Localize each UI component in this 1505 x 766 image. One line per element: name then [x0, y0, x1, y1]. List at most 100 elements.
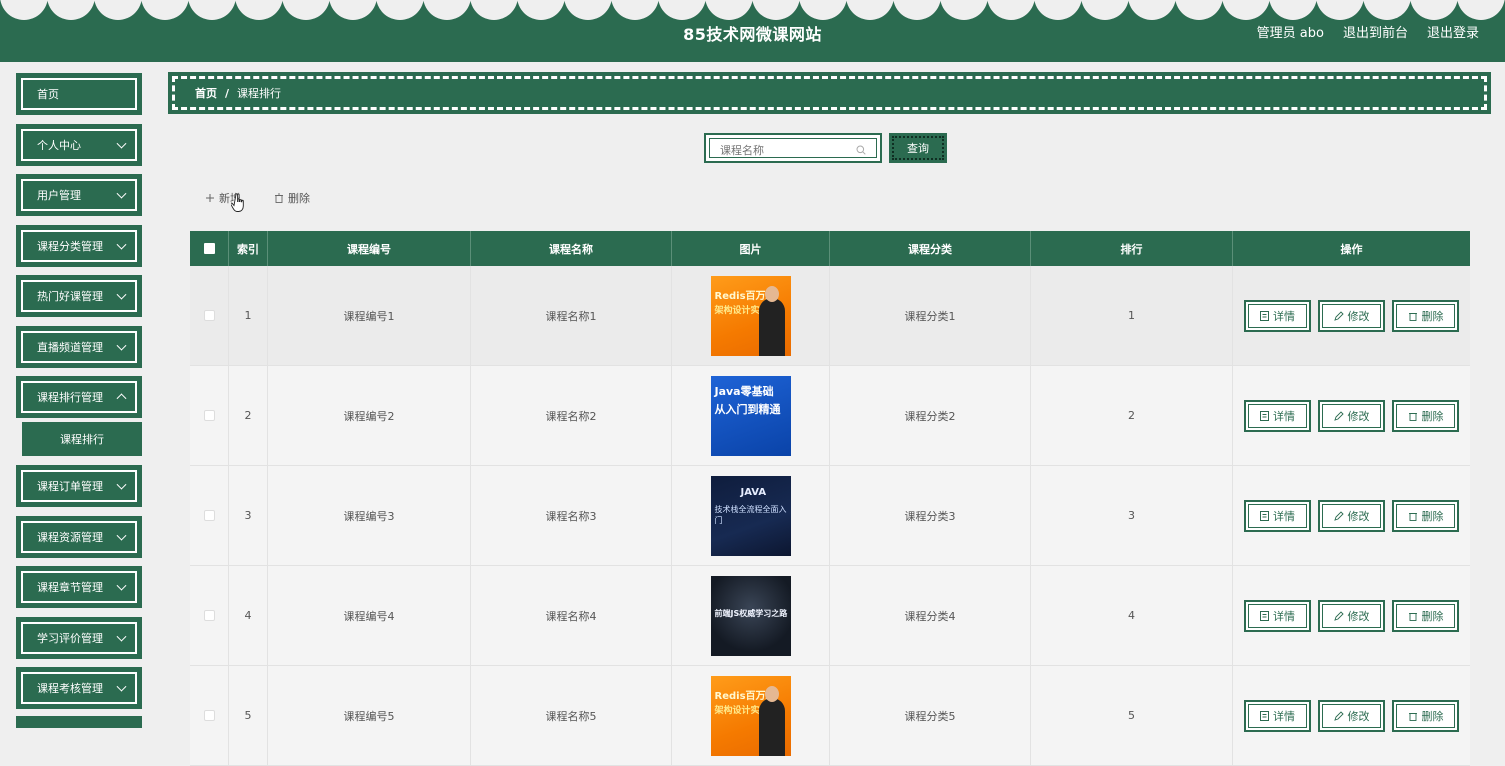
row-checkbox[interactable]: [203, 610, 215, 621]
sidebar-item-label: 课程订单管理: [37, 480, 103, 493]
cell-category: 课程分类5: [830, 666, 1031, 765]
cell-rank: 5: [1031, 666, 1233, 765]
trash-icon: [1408, 312, 1417, 321]
search-box[interactable]: [704, 133, 882, 163]
course-image: Redis百万级 架构设计实战: [710, 675, 791, 756]
delete-button[interactable]: 删除: [1392, 399, 1459, 432]
cell-course-code: 课程编号4: [268, 566, 471, 665]
detail-button[interactable]: 详情: [1244, 399, 1311, 432]
edit-button[interactable]: 修改: [1318, 299, 1385, 332]
sidebar-item-label: 首页: [37, 88, 59, 101]
header-links: 管理员 abo 退出到前台 退出登录: [1257, 22, 1479, 41]
sidebar-item-orders[interactable]: 课程订单管理: [16, 465, 142, 507]
sidebar-subitem-label: 课程排行: [60, 433, 104, 446]
table-row: 2 课程编号2 课程名称2 Java零基础 从入门到精通 课程分类2 2 详情 …: [190, 366, 1470, 466]
back-to-front-link[interactable]: 退出到前台: [1343, 22, 1408, 41]
sidebar-item-label: 课程章节管理: [37, 581, 103, 594]
sidebar-item-course-ranking-management[interactable]: 课程排行管理: [16, 376, 142, 418]
table-row: 1 课程编号1 课程名称1 Redis百万级 架构设计实战 课程分类1 1 详情…: [190, 266, 1470, 366]
sidebar-item-home[interactable]: 首页: [16, 73, 142, 115]
document-icon: [1260, 410, 1269, 421]
instructor-figure: [758, 685, 785, 756]
sidebar-item-label: 用户管理: [37, 189, 81, 202]
logout-link[interactable]: 退出登录: [1427, 22, 1479, 41]
course-image: 前端JS权威学习之路: [710, 575, 791, 656]
sidebar-item-evaluations[interactable]: 学习评价管理: [16, 617, 142, 659]
sidebar-item-assessments[interactable]: 课程考核管理: [16, 667, 142, 709]
edit-button[interactable]: 修改: [1318, 699, 1385, 732]
row-checkbox[interactable]: [203, 510, 215, 521]
delete-button[interactable]: 删除: [1392, 299, 1459, 332]
pencil-icon: [1333, 310, 1344, 321]
sidebar-item-personal-center[interactable]: 个人中心: [16, 124, 142, 166]
detail-button[interactable]: 详情: [1244, 599, 1311, 632]
detail-label: 详情: [1273, 709, 1295, 723]
cell-index: 5: [229, 666, 268, 765]
document-icon: [1260, 610, 1269, 621]
breadcrumb-current: 课程排行: [237, 87, 282, 100]
pencil-icon: [1333, 510, 1344, 521]
delete-label: 删除: [1421, 609, 1444, 623]
edit-button[interactable]: 修改: [1318, 499, 1385, 532]
delete-button[interactable]: 删除: [1392, 499, 1459, 532]
cell-index: 3: [229, 466, 268, 565]
cell-rank: 2: [1031, 366, 1233, 465]
sidebar: 首页 个人中心 用户管理 课程分类管理 热门好课管理 直播频道管理 课程排行管理…: [0, 62, 160, 728]
cell-index: 1: [229, 266, 268, 365]
course-image: Java零基础 从入门到精通: [710, 375, 791, 456]
instructor-figure: [758, 285, 785, 356]
search-input[interactable]: [720, 141, 860, 159]
sidebar-item-label: 直播频道管理: [37, 341, 103, 354]
delete-label: 删除: [1421, 409, 1444, 423]
image-caption: 从入门到精通: [714, 402, 781, 416]
edit-button[interactable]: 修改: [1318, 599, 1385, 632]
cell-course-name: 课程名称1: [471, 266, 672, 365]
delete-button[interactable]: 删除: [1392, 599, 1459, 632]
cell-rank: 3: [1031, 466, 1233, 565]
row-checkbox[interactable]: [203, 310, 215, 321]
trash-icon: [1408, 412, 1417, 421]
sidebar-item-category-management[interactable]: 课程分类管理: [16, 225, 142, 267]
column-header: 课程分类: [830, 231, 1031, 266]
edit-label: 修改: [1347, 409, 1370, 423]
cell-course-name: 课程名称2: [471, 366, 672, 465]
sidebar-item-label: 热门好课管理: [37, 290, 103, 303]
chevron-down-icon: [116, 631, 127, 642]
chevron-down-icon: [116, 681, 127, 692]
sidebar-item-more[interactable]: [16, 716, 142, 728]
sidebar-item-user-management[interactable]: 用户管理: [16, 174, 142, 216]
detail-button[interactable]: 详情: [1244, 499, 1311, 532]
detail-button[interactable]: 详情: [1244, 299, 1311, 332]
delete-button[interactable]: 删除: [1392, 699, 1459, 732]
cell-category: 课程分类3: [830, 466, 1031, 565]
sidebar-item-hot-courses[interactable]: 热门好课管理: [16, 275, 142, 317]
detail-button[interactable]: 详情: [1244, 699, 1311, 732]
edit-label: 修改: [1347, 709, 1370, 723]
edit-button[interactable]: 修改: [1318, 399, 1385, 432]
column-header: 课程名称: [471, 231, 672, 266]
batch-delete-button[interactable]: 删除: [274, 190, 310, 206]
row-checkbox[interactable]: [203, 710, 215, 721]
query-button[interactable]: 查询: [889, 133, 947, 163]
top-header: 85技术网微课网站 管理员 abo 退出到前台 退出登录: [0, 0, 1505, 62]
cell-course-name: 课程名称3: [471, 466, 672, 565]
detail-label: 详情: [1273, 409, 1295, 423]
sidebar-item-chapters[interactable]: 课程章节管理: [16, 566, 142, 608]
sidebar-item-label: 课程分类管理: [37, 240, 103, 253]
sidebar-item-resources[interactable]: 课程资源管理: [16, 516, 142, 558]
chevron-down-icon: [116, 289, 127, 300]
sidebar-subitem-course-ranking[interactable]: 课程排行: [22, 422, 142, 456]
detail-label: 详情: [1273, 609, 1295, 623]
delete-label: 删除: [1421, 709, 1444, 723]
chevron-down-icon: [116, 188, 127, 199]
admin-label: 管理员 abo: [1256, 26, 1324, 41]
cell-rank: 1: [1031, 266, 1233, 365]
breadcrumb-home[interactable]: 首页: [195, 85, 217, 101]
column-header: 课程编号: [268, 231, 471, 266]
table-row: 5 课程编号5 课程名称5 Redis百万级 架构设计实战 课程分类5 5 详情…: [190, 666, 1470, 766]
chevron-down-icon: [116, 340, 127, 351]
sidebar-item-live-channel[interactable]: 直播频道管理: [16, 326, 142, 368]
table-header: 索引 课程编号 课程名称 图片 课程分类 排行 操作: [190, 231, 1470, 266]
row-checkbox[interactable]: [203, 410, 215, 421]
select-all-checkbox[interactable]: [203, 243, 215, 254]
